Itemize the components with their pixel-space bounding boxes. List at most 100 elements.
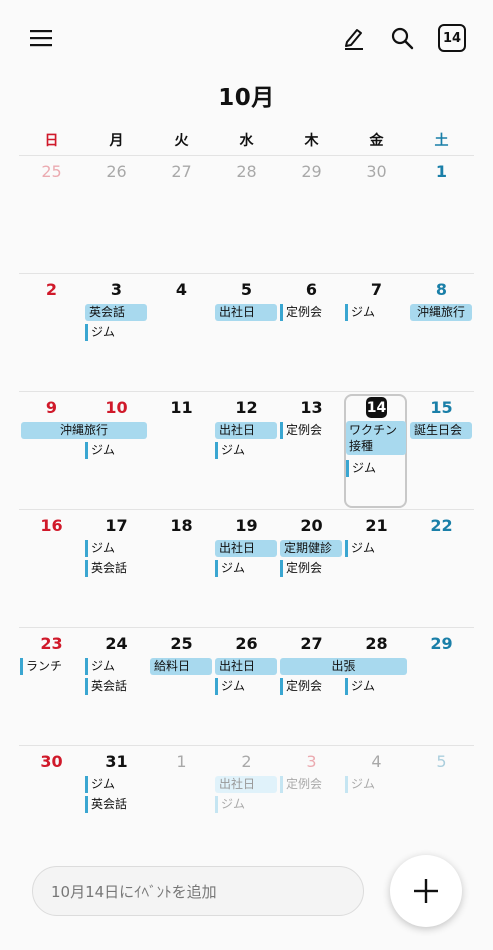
add-event-placeholder: 10月14日にｲﾍﾞﾝﾄを追加 (51, 882, 217, 901)
day-cell[interactable]: 10 (84, 398, 149, 417)
weekday-thu: 木 (304, 133, 319, 149)
event-block[interactable]: 誕生日会 (410, 422, 472, 439)
event-item[interactable]: ジム (215, 678, 277, 695)
day-cell[interactable]: 20 (279, 516, 344, 535)
event-item[interactable]: 英会話 (85, 678, 147, 695)
event-item[interactable]: 英会話 (85, 796, 147, 813)
day-cell[interactable]: 12 (214, 398, 279, 417)
day-cell[interactable]: 23 (19, 634, 84, 653)
event-item[interactable]: 定例会 (280, 776, 342, 793)
event-item[interactable]: ジム (85, 658, 147, 675)
event-block[interactable]: 出社日 (215, 776, 277, 793)
day-cell[interactable]: 4 (344, 752, 409, 771)
day-cell[interactable]: 26 (84, 162, 149, 181)
search-button[interactable] (384, 20, 420, 56)
day-cell[interactable]: 27 (149, 162, 214, 181)
event-item[interactable]: ランチ (20, 658, 82, 675)
event-item[interactable]: ジム (346, 460, 406, 477)
today-button[interactable]: 14 (434, 20, 470, 56)
day-cell[interactable]: 8 (409, 280, 474, 299)
day-cell[interactable]: 26 (214, 634, 279, 653)
day-cell[interactable]: 7 (344, 280, 409, 299)
event-item[interactable]: 定例会 (280, 560, 342, 577)
day-cell[interactable]: 3 (279, 752, 344, 771)
edit-button[interactable] (336, 20, 372, 56)
event-item[interactable]: ジム (85, 324, 147, 341)
week-row: 16 17 18 19 20 21 22 ジム 英会話 出社日 ジム 定期健診 … (19, 509, 474, 627)
day-cell[interactable]: 1 (409, 162, 474, 181)
day-cell[interactable]: 18 (149, 516, 214, 535)
day-cell[interactable]: 17 (84, 516, 149, 535)
day-cell[interactable]: 30 (344, 162, 409, 181)
week-row: 25 26 27 28 29 30 1 (19, 155, 474, 273)
weekday-header: 日 月 火 水 木 金 土 (19, 130, 474, 150)
day-cell[interactable]: 29 (409, 634, 474, 653)
event-item[interactable]: 定例会 (280, 422, 342, 439)
day-cell[interactable]: 13 (279, 398, 344, 417)
day-cell[interactable]: 5 (214, 280, 279, 299)
day-cell[interactable]: 31 (84, 752, 149, 771)
day-cell[interactable]: 25 (149, 634, 214, 653)
weekday-sat: 土 (434, 133, 449, 149)
pen-icon (345, 29, 363, 50)
day-cell[interactable]: 11 (149, 398, 214, 417)
day-cell[interactable]: 2 (214, 752, 279, 771)
event-item[interactable]: ジム (85, 540, 147, 557)
event-block[interactable]: 沖縄旅行 (21, 422, 147, 439)
month-title: 10月 (218, 85, 275, 111)
event-block[interactable]: 出社日 (215, 658, 277, 675)
event-block[interactable]: 出社日 (215, 540, 277, 557)
calendar-today-icon: 14 (438, 24, 466, 52)
event-block[interactable]: 沖縄旅行 (410, 304, 472, 321)
event-item[interactable]: 英会話 (85, 560, 147, 577)
day-cell[interactable]: 9 (19, 398, 84, 417)
day-cell[interactable]: 2 (19, 280, 84, 299)
add-event-input[interactable]: 10月14日にｲﾍﾞﾝﾄを追加 (32, 866, 364, 916)
event-item[interactable]: ジム (345, 304, 407, 321)
event-item[interactable]: ジム (345, 776, 407, 793)
event-item[interactable]: ジム (85, 442, 147, 459)
menu-button[interactable] (22, 20, 60, 56)
day-cell[interactable]: 4 (149, 280, 214, 299)
event-block[interactable]: 出社日 (215, 304, 277, 321)
event-block[interactable]: ワクチン接種 (346, 421, 406, 455)
day-cell[interactable]: 27 (279, 634, 344, 653)
event-block[interactable]: 給料日 (150, 658, 212, 675)
day-cell[interactable]: 28 (344, 634, 409, 653)
hamburger-menu-icon (30, 30, 52, 47)
month-grid: 25 26 27 28 29 30 1 2 3 4 5 6 7 8 英会話 ジム… (19, 155, 474, 863)
event-block[interactable]: 出張 (280, 658, 407, 675)
day-cell-today[interactable]: 14 (366, 397, 387, 418)
day-cell[interactable]: 28 (214, 162, 279, 181)
day-cell[interactable]: 5 (409, 752, 474, 771)
weekday-fri: 金 (369, 133, 384, 149)
day-cell[interactable]: 16 (19, 516, 84, 535)
weekday-mon: 月 (109, 133, 124, 149)
add-event-button[interactable] (390, 855, 462, 927)
day-cell[interactable]: 30 (19, 752, 84, 771)
day-cell[interactable]: 22 (409, 516, 474, 535)
day-cell[interactable]: 29 (279, 162, 344, 181)
event-item[interactable]: ジム (215, 560, 277, 577)
search-icon (391, 27, 414, 50)
event-block[interactable]: 出社日 (215, 422, 277, 439)
day-cell[interactable]: 15 (409, 398, 474, 417)
event-item[interactable]: ジム (345, 678, 407, 695)
day-cell[interactable]: 21 (344, 516, 409, 535)
day-cell[interactable]: 1 (149, 752, 214, 771)
weekday-sun: 日 (44, 133, 59, 149)
day-cell[interactable]: 3 (84, 280, 149, 299)
event-item[interactable]: 定例会 (280, 304, 342, 321)
event-block[interactable]: 定期健診 (280, 540, 342, 557)
day-cell[interactable]: 24 (84, 634, 149, 653)
event-item[interactable]: ジム (215, 796, 277, 813)
day-cell[interactable]: 19 (214, 516, 279, 535)
event-block[interactable]: 英会話 (85, 304, 147, 321)
day-cell[interactable]: 6 (279, 280, 344, 299)
event-item[interactable]: 定例会 (280, 678, 342, 695)
week-row: 2 3 4 5 6 7 8 英会話 ジム 出社日 定例会 ジム 沖縄旅行 (19, 273, 474, 391)
event-item[interactable]: ジム (215, 442, 277, 459)
event-item[interactable]: ジム (345, 540, 407, 557)
event-item[interactable]: ジム (85, 776, 147, 793)
day-cell[interactable]: 25 (19, 162, 84, 181)
